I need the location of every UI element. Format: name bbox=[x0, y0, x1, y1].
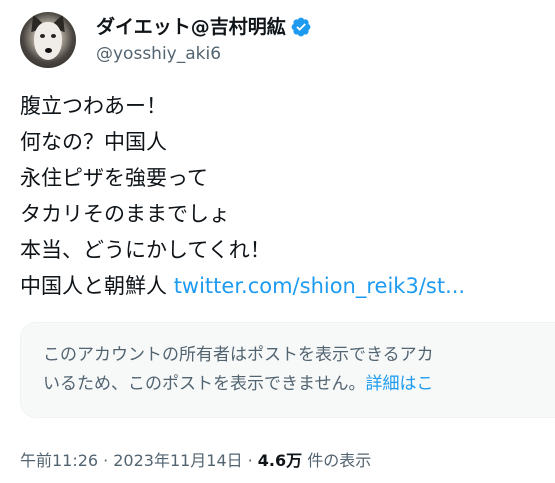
author-display-name[interactable]: ダイエット@吉村明紘 bbox=[96, 14, 286, 40]
unavailable-quote-box: このアカウントの所有者はポストを表示できるアカ いるため、このポストを表示できま… bbox=[20, 322, 555, 418]
meta-separator: · bbox=[103, 451, 109, 470]
meta-separator: · bbox=[247, 451, 253, 470]
tweet-line-text: 中国人と朝鮮人 bbox=[20, 274, 174, 298]
avatar-eye-left bbox=[40, 34, 45, 38]
unavailable-quote-line2: いるため、このポストを表示できません。 bbox=[43, 374, 366, 394]
views-label: 件の表示 bbox=[302, 451, 372, 470]
tweet-card: ダイエット@吉村明紘 @yosshiy_aki6 腹立つわあー！ 何なの？中国人… bbox=[0, 0, 555, 483]
tweet-line: 永住ピザを強要って bbox=[20, 166, 208, 190]
tweet-line: 本当、どうにかしてくれ！ bbox=[20, 238, 271, 262]
tweet-header: ダイエット@吉村明紘 @yosshiy_aki6 bbox=[20, 12, 312, 68]
learn-more-link[interactable]: 詳細はこ bbox=[366, 374, 434, 394]
author-avatar[interactable] bbox=[20, 12, 76, 68]
tweet-line-with-link: 中国人と朝鮮人 twitter.com/shion_reik3/st... bbox=[20, 268, 465, 304]
unavailable-quote-line: いるため、このポストを表示できません。詳細はこ bbox=[43, 370, 434, 399]
tweet-meta: 午前11:26 · 2023年11月14日 · 4.6万 件の表示 bbox=[20, 447, 371, 471]
verified-badge-icon[interactable] bbox=[290, 16, 312, 38]
name-row: ダイエット@吉村明紘 bbox=[96, 14, 312, 40]
avatar-face bbox=[34, 22, 62, 60]
views-count[interactable]: 4.6万 bbox=[258, 451, 302, 470]
tweet-line: 腹立つわあー！ bbox=[20, 94, 167, 118]
tweet-text: 腹立つわあー！ 何なの？中国人 永住ピザを強要って タカリそのままでしょ 本当、… bbox=[20, 88, 465, 304]
tweet-link[interactable]: twitter.com/shion_reik3/st... bbox=[174, 274, 465, 298]
unavailable-quote-line: このアカウントの所有者はポストを表示できるアカ bbox=[43, 345, 434, 365]
avatar-nose bbox=[45, 48, 52, 53]
avatar-eye-right bbox=[51, 34, 56, 38]
author-handle[interactable]: @yosshiy_aki6 bbox=[96, 42, 312, 66]
tweet-line: 何なの？中国人 bbox=[20, 130, 167, 154]
tweet-time[interactable]: 午前11:26 bbox=[20, 451, 98, 470]
tweet-date[interactable]: 2023年11月14日 bbox=[113, 451, 242, 470]
unavailable-quote-text: このアカウントの所有者はポストを表示できるアカ いるため、このポストを表示できま… bbox=[43, 341, 434, 399]
tweet-line: タカリそのままでしょ bbox=[20, 202, 230, 226]
author-names: ダイエット@吉村明紘 @yosshiy_aki6 bbox=[96, 14, 312, 66]
